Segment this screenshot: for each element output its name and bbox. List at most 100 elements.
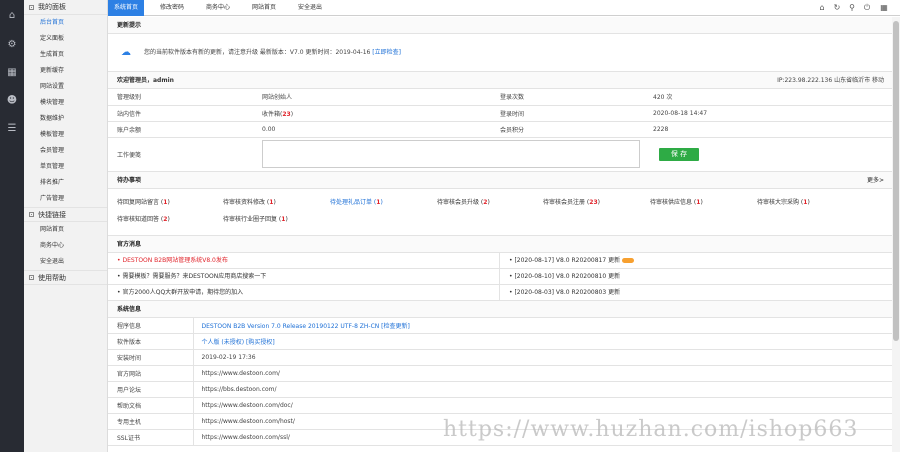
update-link[interactable]: • [2020-08-10] V8.0 R20200810 更新: [509, 269, 620, 285]
todo-item[interactable]: 待审核会员注册 (23): [543, 197, 600, 206]
todo-count: 2: [483, 198, 488, 206]
vertical-scrollbar[interactable]: [892, 17, 900, 452]
sysinfo-value[interactable]: https://www.destoon.com/: [193, 365, 892, 382]
todo-label: 待审核会员注册: [543, 198, 586, 206]
divider: [499, 268, 500, 285]
todo-item[interactable]: 待审核大宗采购 (1): [757, 197, 810, 206]
todo-label: 待审核知道回答: [117, 215, 160, 223]
more-link[interactable]: 更多>: [867, 172, 884, 189]
sysinfo-header: 系统信息: [108, 300, 892, 318]
sidebar-item-templates[interactable]: 模板管理: [24, 127, 107, 143]
main-content: 更新提示 ☁ 您的当前软件版本有新的更新，请注意升级 最新版本：V7.0 更新时…: [108, 17, 892, 452]
user-icon[interactable]: ☻: [0, 86, 24, 114]
gear-icon[interactable]: ⚙: [0, 30, 24, 58]
memo-label: 工作便笺: [108, 137, 262, 172]
sidebar-item-generate-home[interactable]: 生成首页: [24, 47, 107, 63]
sidebar-group-links[interactable]: 快捷链接: [24, 207, 107, 222]
todo-item[interactable]: 待审核知道回答 (2): [117, 214, 170, 223]
memo-textarea[interactable]: [262, 140, 640, 168]
todo-label: 待回复网站留言: [117, 198, 160, 206]
sysinfo-value[interactable]: https://bbs.destoon.com/: [193, 381, 892, 398]
tab-website-home[interactable]: 网站首页: [246, 0, 282, 16]
memo-row: 工作便笺 保 存: [108, 137, 892, 172]
tab-logout[interactable]: 安全退出: [292, 0, 328, 16]
sidebar-group-label: 使用帮助: [38, 273, 66, 282]
grid-icon[interactable]: ▦: [0, 58, 24, 86]
search-icon[interactable]: ⚲: [848, 3, 856, 12]
sidebar-item-members[interactable]: 会员管理: [24, 143, 107, 159]
refresh-icon[interactable]: ↻: [833, 3, 841, 12]
sidebar-item-site-settings[interactable]: 网站设置: [24, 79, 107, 95]
update-text: 您的当前软件版本有新的更新，请注意升级 最新版本：V7.0 更新时间：2019-…: [144, 34, 401, 72]
update-text: • [2020-08-17] V8.0 R20200817 更新: [509, 256, 621, 264]
save-button[interactable]: 保 存: [659, 147, 699, 161]
todo-count: 1: [269, 198, 274, 206]
ip-location: IP:223.98.222.136 山东省临沂市 移动: [777, 77, 884, 84]
sidebar-item-data[interactable]: 数据维护: [24, 111, 107, 127]
sidebar-item-logout[interactable]: 安全退出: [24, 254, 107, 270]
news-link[interactable]: • 官方2000人QQ大群开放申请，期待您的加入: [117, 285, 243, 301]
sidebar-item-home[interactable]: 后台首页: [24, 15, 107, 31]
todo-count: 2: [163, 215, 168, 223]
update-notice: ☁ 您的当前软件版本有新的更新，请注意升级 最新版本：V7.0 更新时间：201…: [108, 34, 892, 72]
sidebar-item-pages[interactable]: 单页管理: [24, 159, 107, 175]
todo-count: 23: [589, 198, 598, 206]
sidebar-item-update-cache[interactable]: 更新缓存: [24, 63, 107, 79]
sidebar-item-business[interactable]: 商务中心: [24, 238, 107, 254]
todo-item[interactable]: 待审核会员升级 (2): [437, 197, 490, 206]
todo-item[interactable]: 待审核行业圈子回复 (1): [223, 214, 288, 223]
sidebar-group-panel[interactable]: 我的面板: [24, 0, 107, 15]
section-title: 官方消息: [117, 240, 142, 248]
table-cell: 登录次数: [500, 89, 653, 106]
sysinfo-value[interactable]: 个人版 (未授权) [购买授权]: [193, 333, 892, 350]
sysinfo-key: 安装时间: [108, 349, 194, 366]
news-link[interactable]: • 需要模板？需要服务？来DESTOON应用商店搜索一下: [117, 269, 266, 285]
update-message: 您的当前软件版本有新的更新，请注意升级 最新版本：V7.0 更新时间：2019-…: [144, 49, 371, 56]
grid-icon[interactable]: ▦: [880, 3, 888, 12]
sidebar-group-help[interactable]: 使用帮助: [24, 270, 107, 285]
home-icon[interactable]: ⌂: [0, 0, 24, 30]
sysinfo-key: 官方网站: [108, 365, 194, 382]
update-link[interactable]: • [2020-08-17] V8.0 R20200817 更新: [509, 253, 635, 269]
sysinfo-value[interactable]: https://www.destoon.com/doc/: [193, 397, 892, 414]
sysinfo-key: 软件版本: [108, 333, 194, 350]
update-link[interactable]: • [2020-08-03] V8.0 R20200803 更新: [509, 285, 620, 301]
sidebar-item-ads[interactable]: 广告管理: [24, 191, 107, 207]
sidebar-item-ranking[interactable]: 排名推广: [24, 175, 107, 191]
todo-list: 待回复网站留言 (1) 待审核资料修改 (1) 待处理礼品订单 (1) 待审核会…: [108, 189, 892, 236]
divider: [499, 284, 500, 301]
welcome-title: 欢迎管理员，admin: [117, 77, 174, 84]
todo-item[interactable]: 待审核资料修改 (1): [223, 197, 276, 206]
power-icon[interactable]: ⏻: [863, 3, 871, 12]
sidebar-group-label: 我的面板: [38, 3, 66, 11]
tab-business-center[interactable]: 商务中心: [200, 0, 236, 16]
sysinfo-value[interactable]: DESTOON B2B Version 7.0 Release 20190122…: [193, 317, 892, 334]
section-title: 系统信息: [117, 305, 142, 313]
news-row: • 官方2000人QQ大群开放申请，期待您的加入 • [2020-08-03] …: [108, 284, 892, 301]
tab-system-home[interactable]: 系统首页: [108, 0, 144, 16]
sysinfo-key: 用户论坛: [108, 381, 194, 398]
todo-label: 待审核行业圈子回复: [223, 215, 278, 223]
scrollbar-thumb[interactable]: [893, 21, 899, 341]
news-link[interactable]: • DESTOON B2B网站管理系统V8.0发布: [117, 253, 228, 269]
todo-header: 待办事项 更多>: [108, 171, 892, 189]
sysinfo-key: SSL证书: [108, 429, 194, 446]
todo-label: 待处理礼品订单: [330, 198, 373, 206]
top-tabs: 系统首页 修改密码 商务中心 网站首页 安全退出 ⌂ ↻ ⚲ ⏻ ▦: [108, 0, 900, 16]
check-update-link[interactable]: [立即检查]: [372, 49, 401, 56]
todo-item[interactable]: 待回复网站留言 (1): [117, 197, 170, 206]
sidebar-item-custom-panel[interactable]: 定义面板: [24, 31, 107, 47]
table-cell: 会员积分: [500, 121, 653, 138]
todo-item[interactable]: 待审核供应信息 (1): [650, 197, 703, 206]
signal-icon[interactable]: ☰: [0, 114, 24, 142]
tab-change-password[interactable]: 修改密码: [154, 0, 190, 16]
home-icon[interactable]: ⌂: [818, 3, 826, 12]
todo-item[interactable]: 待处理礼品订单 (1): [330, 197, 383, 206]
sidebar-item-modules[interactable]: 模块管理: [24, 95, 107, 111]
table-cell: 站内信件: [108, 105, 262, 122]
todo-label: 待审核资料修改: [223, 198, 266, 206]
welcome-header: 欢迎管理员，admin IP:223.98.222.136 山东省临沂市 移动: [108, 72, 892, 89]
sidebar-item-website[interactable]: 网站首页: [24, 222, 107, 238]
table-cell: 2228: [653, 121, 892, 138]
inbox-link[interactable]: 收件箱: [262, 111, 280, 118]
